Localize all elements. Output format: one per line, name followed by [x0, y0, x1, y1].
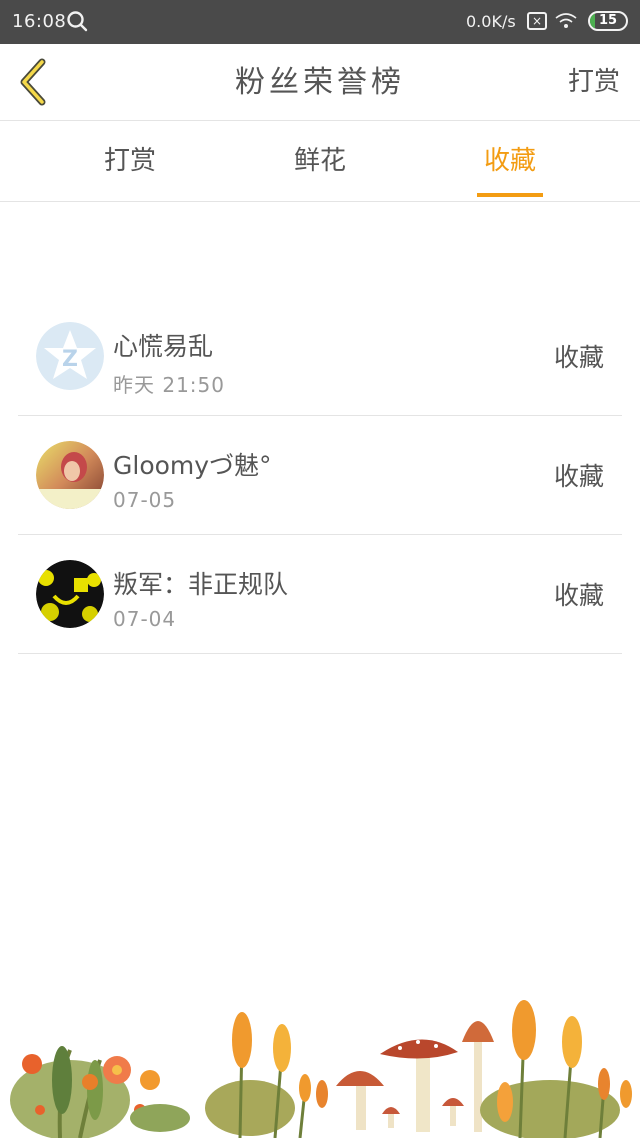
avatar[interactable]: [36, 560, 104, 628]
list-item[interactable]: Z 心慌易乱 昨天 21:50 收藏: [18, 297, 622, 416]
network-speed: 0.0K/s: [466, 12, 516, 31]
svg-text:Z: Z: [62, 347, 78, 372]
tab-flowers[interactable]: 鲜花: [250, 121, 390, 202]
avatar[interactable]: Z: [36, 322, 104, 390]
item-date: 昨天 21:50: [113, 373, 225, 397]
item-action-label: 收藏: [553, 343, 604, 372]
list-item[interactable]: 叛军：非正规队 07-04 收藏: [18, 535, 622, 654]
page-title: 粉丝荣誉榜: [235, 65, 405, 100]
status-bar: 16:08 0.0K/s × 15: [0, 0, 640, 44]
photo-avatar-icon: [36, 441, 104, 509]
tab-label: 收藏: [483, 146, 536, 176]
decorative-plants-illustration: [0, 990, 640, 1138]
item-action-label: 收藏: [553, 581, 604, 610]
active-tab-indicator: [477, 193, 543, 197]
qq-default-avatar-icon: Z: [36, 322, 104, 390]
item-date: 07-05: [113, 488, 177, 512]
tab-favorites[interactable]: 收藏: [440, 121, 580, 202]
item-date: 07-04: [113, 607, 177, 631]
wifi-icon: [554, 11, 578, 31]
fan-list: Z 心慌易乱 昨天 21:50 收藏 Gloomyづ魅° 07-05 收藏 叛军…: [18, 297, 622, 654]
search-icon: [66, 10, 88, 32]
tab-label: 鲜花: [293, 146, 346, 176]
avatar[interactable]: [36, 441, 104, 509]
user-name: 叛军：非正规队: [113, 570, 289, 599]
battery-icon: 15: [588, 11, 628, 31]
tab-reward[interactable]: 打赏: [60, 121, 200, 202]
reward-button[interactable]: 打赏: [568, 44, 620, 121]
item-action-label: 收藏: [553, 462, 604, 491]
tab-label: 打赏: [103, 146, 156, 176]
no-sim-icon: ×: [527, 12, 547, 30]
top-bar: 粉丝荣誉榜 打赏: [0, 44, 640, 121]
status-time: 16:08: [12, 11, 67, 32]
user-name: Gloomyづ魅°: [113, 451, 272, 480]
battery-percent: 15: [598, 13, 618, 28]
list-item[interactable]: Gloomyづ魅° 07-05 收藏: [18, 416, 622, 535]
user-name: 心慌易乱: [113, 332, 214, 361]
dark-avatar-icon: [36, 560, 104, 628]
tab-bar: 打赏 鲜花 收藏: [0, 121, 640, 202]
